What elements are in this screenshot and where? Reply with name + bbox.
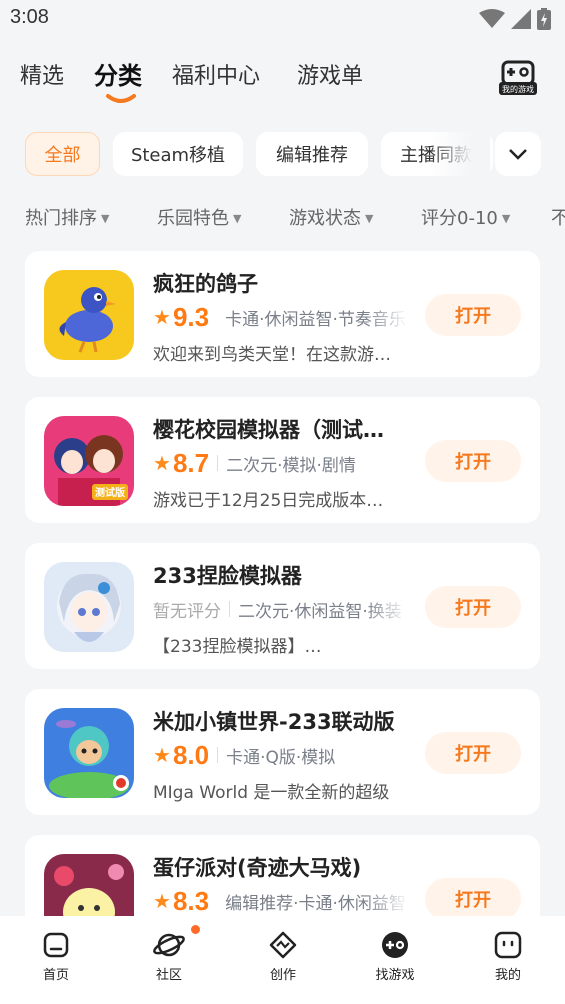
star-icon: ★ [153, 889, 171, 913]
gamepad-icon [382, 932, 408, 958]
active-tab-indicator [106, 94, 136, 103]
filter-sort[interactable]: 热门排序 ▼ [25, 204, 109, 230]
game-name: 233捏脸模拟器 [153, 564, 302, 588]
meta-fade [365, 301, 409, 333]
game-meta: ★ 8.7 二次元·模拟·剧情 [153, 447, 405, 479]
game-meta: ★ 8.0 卡通·Q版·模拟 [153, 739, 405, 771]
meta-fade [365, 593, 409, 625]
game-description: MIga World 是一款全新的超级 [153, 783, 390, 803]
filter-status[interactable]: 游戏状态 ▼ [289, 204, 373, 230]
caret-icon: ▼ [233, 212, 242, 225]
filter-more[interactable]: 不 [551, 204, 565, 230]
category-chips: 全部 Steam移植 编辑推荐 主播同款 [0, 130, 565, 178]
game-card[interactable]: 米加小镇世界-233联动版 ★ 8.0 卡通·Q版·模拟 MIga World … [25, 689, 540, 815]
sakura-school-app-icon: 测试版 [44, 416, 134, 506]
open-button[interactable]: 打开 [425, 732, 521, 774]
game-name: 樱花校园模拟器（测试版） [153, 418, 403, 442]
create-icon [269, 931, 297, 959]
notification-dot [191, 925, 200, 934]
status-bar: 3:08 [0, 0, 565, 38]
game-tags: 二次元·模拟·剧情 [226, 455, 356, 476]
game-card[interactable]: 疯狂的鸽子 ★ 9.3 卡通·休闲益智·节奏音乐 欢迎来到鸟类天堂！在这款游戏中… [25, 251, 540, 377]
open-button[interactable]: 打开 [425, 294, 521, 336]
filter-feature[interactable]: 乐园特色 ▼ [157, 204, 241, 230]
game-description: 欢迎来到鸟类天堂！在这款游戏中 [153, 345, 398, 365]
open-button[interactable]: 打开 [425, 440, 521, 482]
nav-create-label: 创作 [269, 968, 296, 983]
profile-icon [494, 931, 522, 959]
top-tabs: 精选 分类 福利中心 游戏单 我的游戏 [0, 38, 565, 110]
svg-text:测试版: 测试版 [95, 486, 125, 499]
game-card[interactable]: 测试版 樱花校园模拟器（测试版） ★ 8.7 二次元·模拟·剧情 游戏已于12月… [25, 397, 540, 523]
tab-game-list[interactable]: 游戏单 [297, 58, 363, 90]
bottom-nav: 首页 社区 创作 找游戏 我的 [0, 916, 565, 1004]
tab-welfare[interactable]: 福利中心 [172, 58, 260, 90]
game-score: 8.7 [172, 447, 210, 478]
divider [217, 747, 219, 763]
chevron-down-icon [509, 149, 527, 160]
game-description: 游戏已于12月25日完成版本更新 [153, 491, 398, 511]
battery-icon [537, 8, 551, 30]
star-icon: ★ [153, 743, 171, 767]
nav-create[interactable]: 创作 [243, 930, 323, 983]
nav-find-game[interactable]: 找游戏 [355, 930, 435, 983]
miga-town-app-icon [44, 708, 134, 798]
caret-icon: ▼ [101, 212, 110, 225]
caret-icon: ▼ [501, 212, 511, 225]
game-name: 疯狂的鸽子 [153, 272, 258, 296]
game-score: 9.3 [172, 301, 210, 332]
chip-all[interactable]: 全部 [25, 132, 100, 176]
nav-home[interactable]: 首页 [16, 930, 96, 983]
filter-bar: 热门排序 ▼ 乐园特色 ▼ 游戏状态 ▼ 评分0-10 ▼ 不 [0, 198, 565, 234]
expand-chips-button[interactable] [495, 132, 541, 176]
nav-profile[interactable]: 我的 [468, 930, 548, 983]
planet-icon [153, 933, 185, 957]
wifi-icon [479, 9, 505, 28]
tab-category[interactable]: 分类 [94, 56, 142, 91]
filter-feature-label: 乐园特色 [157, 208, 229, 229]
status-icons [479, 8, 551, 30]
filter-rating-label: 评分0-10 [421, 208, 498, 229]
star-icon: ★ [153, 451, 171, 475]
tab-featured[interactable]: 精选 [20, 58, 64, 90]
signal-icon [511, 9, 531, 29]
game-name: 蛋仔派对(奇迹大马戏) [153, 856, 362, 880]
divider [217, 455, 219, 471]
status-time: 3:08 [10, 6, 49, 28]
chip-editor-pick[interactable]: 编辑推荐 [256, 132, 368, 176]
game-name: 米加小镇世界-233联动版 [153, 710, 395, 734]
chip-steam[interactable]: Steam移植 [113, 132, 243, 176]
nav-community[interactable]: 社区 [129, 930, 209, 983]
game-card[interactable]: 233捏脸模拟器 暂无评分 二次元·休闲益智·换装 【233捏脸模拟器】… 打开 [25, 543, 540, 669]
game-score: 8.0 [172, 739, 210, 770]
game-tags: 卡通·Q版·模拟 [226, 747, 336, 768]
open-button[interactable]: 打开 [425, 586, 521, 628]
filter-status-label: 游戏状态 [289, 208, 361, 229]
nav-community-label: 社区 [155, 968, 182, 983]
divider [229, 601, 230, 617]
star-icon: ★ [153, 305, 171, 329]
my-games-label: 我的游戏 [502, 84, 534, 94]
no-score-label: 暂无评分 [153, 601, 221, 622]
nav-profile-label: 我的 [494, 968, 521, 983]
game-description: 【233捏脸模拟器】… [153, 637, 322, 657]
filter-sort-label: 热门排序 [25, 208, 97, 229]
open-button[interactable]: 打开 [425, 878, 521, 920]
chip-fade [430, 132, 490, 176]
face-maker-app-icon [44, 562, 134, 652]
pigeon-app-icon [44, 270, 134, 360]
nav-home-label: 首页 [42, 968, 69, 983]
meta-fade [365, 885, 409, 917]
game-score: 8.3 [172, 885, 210, 916]
home-icon [43, 932, 69, 958]
my-games-button[interactable]: 我的游戏 [497, 56, 539, 96]
caret-icon: ▼ [365, 212, 374, 225]
my-games-icon: 我的游戏 [499, 60, 537, 95]
nav-find-game-label: 找游戏 [375, 968, 415, 983]
filter-rating[interactable]: 评分0-10 ▼ [421, 204, 510, 230]
